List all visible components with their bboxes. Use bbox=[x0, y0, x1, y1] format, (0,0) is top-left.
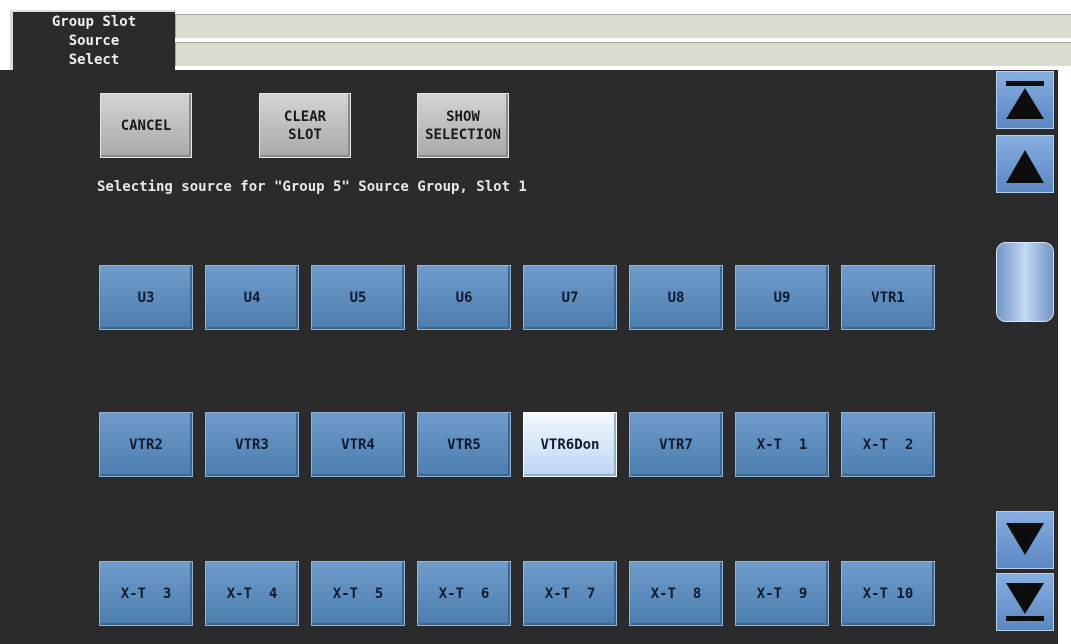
scroll-up-icon bbox=[1006, 150, 1044, 183]
tab-bar-upper bbox=[175, 14, 1071, 38]
source-button[interactable]: VTR1 bbox=[841, 265, 935, 330]
cancel-button[interactable]: CANCEL bbox=[100, 93, 192, 158]
source-button[interactable]: X-T 7 bbox=[523, 561, 617, 626]
source-button[interactable]: X-T 9 bbox=[735, 561, 829, 626]
tab-strip: Group Slot Source Select bbox=[0, 0, 1071, 70]
source-button[interactable]: U9 bbox=[735, 265, 829, 330]
source-button[interactable]: U7 bbox=[523, 265, 617, 330]
source-button[interactable]: U4 bbox=[205, 265, 299, 330]
source-button[interactable]: X-T 5 bbox=[311, 561, 405, 626]
scroll-down-icon bbox=[1006, 523, 1044, 555]
source-button[interactable]: X-T 1 bbox=[735, 412, 829, 477]
clear-slot-button[interactable]: CLEAR SLOT bbox=[259, 93, 351, 158]
scroll-to-top-button[interactable] bbox=[996, 71, 1054, 129]
source-button[interactable]: VTR4 bbox=[311, 412, 405, 477]
scroll-to-bottom-button[interactable] bbox=[996, 573, 1054, 631]
source-button[interactable]: X-T 6 bbox=[417, 561, 511, 626]
source-button[interactable]: X-T 3 bbox=[99, 561, 193, 626]
right-edge bbox=[1058, 70, 1071, 644]
source-button[interactable]: X-T 8 bbox=[629, 561, 723, 626]
scroll-to-top-icon bbox=[1006, 81, 1044, 119]
selection-status-text: Selecting source for "Group 5" Source Gr… bbox=[97, 179, 527, 195]
source-button[interactable]: VTR3 bbox=[205, 412, 299, 477]
source-button[interactable]: X-T 2 bbox=[841, 412, 935, 477]
source-button[interactable]: U8 bbox=[629, 265, 723, 330]
tab-bar-lower bbox=[175, 42, 1071, 66]
source-button[interactable]: X-T 10 bbox=[841, 561, 935, 626]
source-button[interactable]: VTR5 bbox=[417, 412, 511, 477]
source-button[interactable]: U5 bbox=[311, 265, 405, 330]
source-button[interactable]: U3 bbox=[99, 265, 193, 330]
source-button[interactable]: VTR7 bbox=[629, 412, 723, 477]
scroll-up-button[interactable] bbox=[996, 135, 1054, 193]
app-window: Group Slot Source Select CANCEL CLEAR SL… bbox=[0, 0, 1071, 644]
source-button[interactable]: U6 bbox=[417, 265, 511, 330]
scrollbar-thumb[interactable] bbox=[996, 242, 1054, 322]
source-button[interactable]: X-T 4 bbox=[205, 561, 299, 626]
show-selection-button[interactable]: SHOW SELECTION bbox=[417, 93, 509, 158]
source-button[interactable]: VTR2 bbox=[99, 412, 193, 477]
source-button[interactable]: VTR6Don bbox=[523, 412, 617, 477]
tab-group-slot-source-select[interactable]: Group Slot Source Select bbox=[10, 10, 175, 70]
scroll-down-button[interactable] bbox=[996, 511, 1054, 569]
scroll-to-bottom-icon bbox=[1006, 583, 1044, 621]
